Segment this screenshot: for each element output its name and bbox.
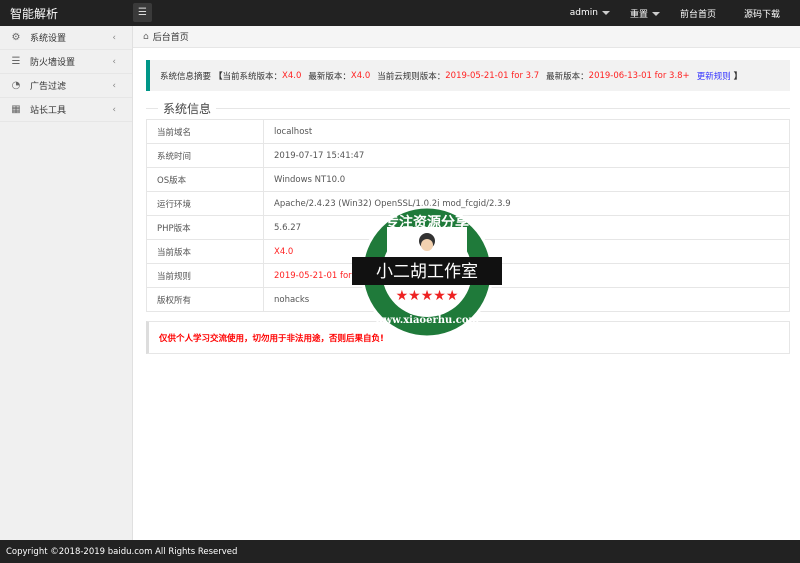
chart-icon: ◔ [11,80,21,91]
table-row: OS版本 Windows NT10.0 [146,167,790,192]
row-key: 当前规则 [146,263,264,288]
reset-menu[interactable]: 重置 [630,7,660,20]
caret-down-icon [601,10,610,15]
sidebar-item-label: 系统设置 [30,34,67,44]
row-key: OS版本 [146,167,264,192]
app-logo: 智能解析 [10,7,59,21]
gear-icon: ⚙ [11,32,21,43]
sidebar-item-system-settings[interactable]: ⚙ 系统设置 ‹ [0,26,132,50]
breadcrumb: ⌂ 后台首页 [133,26,800,48]
sidebar-item-label: 防火墙设置 [30,58,76,68]
sidebar-item-webmaster-tools[interactable]: ▦ 站长工具 ‹ [0,98,132,122]
row-key: PHP版本 [146,215,264,240]
watermark-logo: 专注资源分享 小二胡工作室 ★★★★★ www.xiaoerhu.com [352,205,502,339]
bracket-close: 】 [733,71,743,82]
watermark-bottom-text: www.xiaoerhu.com [374,315,480,326]
update-rules-link[interactable]: 更新规则 [697,70,731,82]
bracket-open: 【 [214,71,223,82]
row-value: Windows NT10.0 [263,167,790,192]
grid-icon: ▦ [11,104,21,115]
sidebar-item-label: 站长工具 [30,106,67,116]
chevron-left-icon: ‹ [112,104,116,115]
latest-rule-label: 最新版本： [546,71,589,82]
row-key: 当前版本 [146,239,264,264]
summary-title: 系统信息摘要 [160,71,212,82]
list-icon: ☰ [11,56,21,67]
source-download-link[interactable]: 源码下载 [744,7,780,20]
latest-rule: 2019-06-13-01 for 3.8+ [588,70,690,81]
row-value: nohacks [263,287,790,312]
row-key: 当前域名 [146,119,264,144]
user-menu[interactable]: admin [570,8,610,18]
breadcrumb-home[interactable]: 后台首页 [153,30,189,43]
current-rule-label: 当前云规则版本： [377,71,446,82]
row-value: 2019-05-21-01 for 3.7 [263,263,790,288]
star-icon: ★★★★★ [396,288,459,304]
row-value: localhost [263,119,790,144]
footer: Copyright ©2018-2019 baidu.com All Right… [0,540,800,563]
row-key: 版权所有 [146,287,264,312]
caret-down-icon [651,12,660,16]
top-bar: 智能解析 ☰ admin 重置 前台首页 源码下载 [0,0,800,26]
home-icon: ⌂ [143,31,149,42]
chevron-left-icon: ‹ [112,80,116,91]
user-name: admin [569,8,598,18]
sidebar-item-label: 广告过滤 [30,82,67,92]
sidebar-item-firewall[interactable]: ☰ 防火墙设置 ‹ [0,50,132,74]
current-version-label: 当前系统版本： [222,71,283,82]
row-value: 2019-07-17 15:41:47 [263,143,790,168]
table-row: 当前域名 localhost [146,119,790,144]
chevron-left-icon: ‹ [112,56,116,67]
watermark-top-text: 专注资源分享 [385,214,469,231]
frontend-link[interactable]: 前台首页 [680,7,716,20]
watermark-center-text: 小二胡工作室 [376,262,478,282]
row-value: X4.0 [263,239,790,264]
table-row: 系统时间 2019-07-17 15:41:47 [146,143,790,168]
latest-version: X4.0 [350,70,371,81]
row-value: 5.6.27 [263,215,790,240]
menu-toggle-icon[interactable]: ☰ [133,3,152,22]
sidebar: ⚙ 系统设置 ‹ ☰ 防火墙设置 ‹ ◔ 广告过滤 ‹ ▦ 站长工具 ‹ [0,26,133,540]
row-value: Apache/2.4.23 (Win32) OpenSSL/1.0.2j mod… [263,191,790,216]
current-rule: 2019-05-21-01 for 3.7 [445,70,540,81]
latest-version-label: 最新版本： [308,71,351,82]
section-title: 系统信息 [163,102,212,116]
chevron-left-icon: ‹ [112,32,116,43]
current-version: X4.0 [282,70,302,81]
sidebar-item-ad-filter[interactable]: ◔ 广告过滤 ‹ [0,74,132,98]
reset-label: 重置 [629,9,648,20]
row-key: 运行环境 [146,191,264,216]
system-summary: 系统信息摘要 【 当前系统版本： X4.0 最新版本： X4.0 当前云规则版本： 2… [146,60,790,91]
row-key: 系统时间 [146,143,264,168]
